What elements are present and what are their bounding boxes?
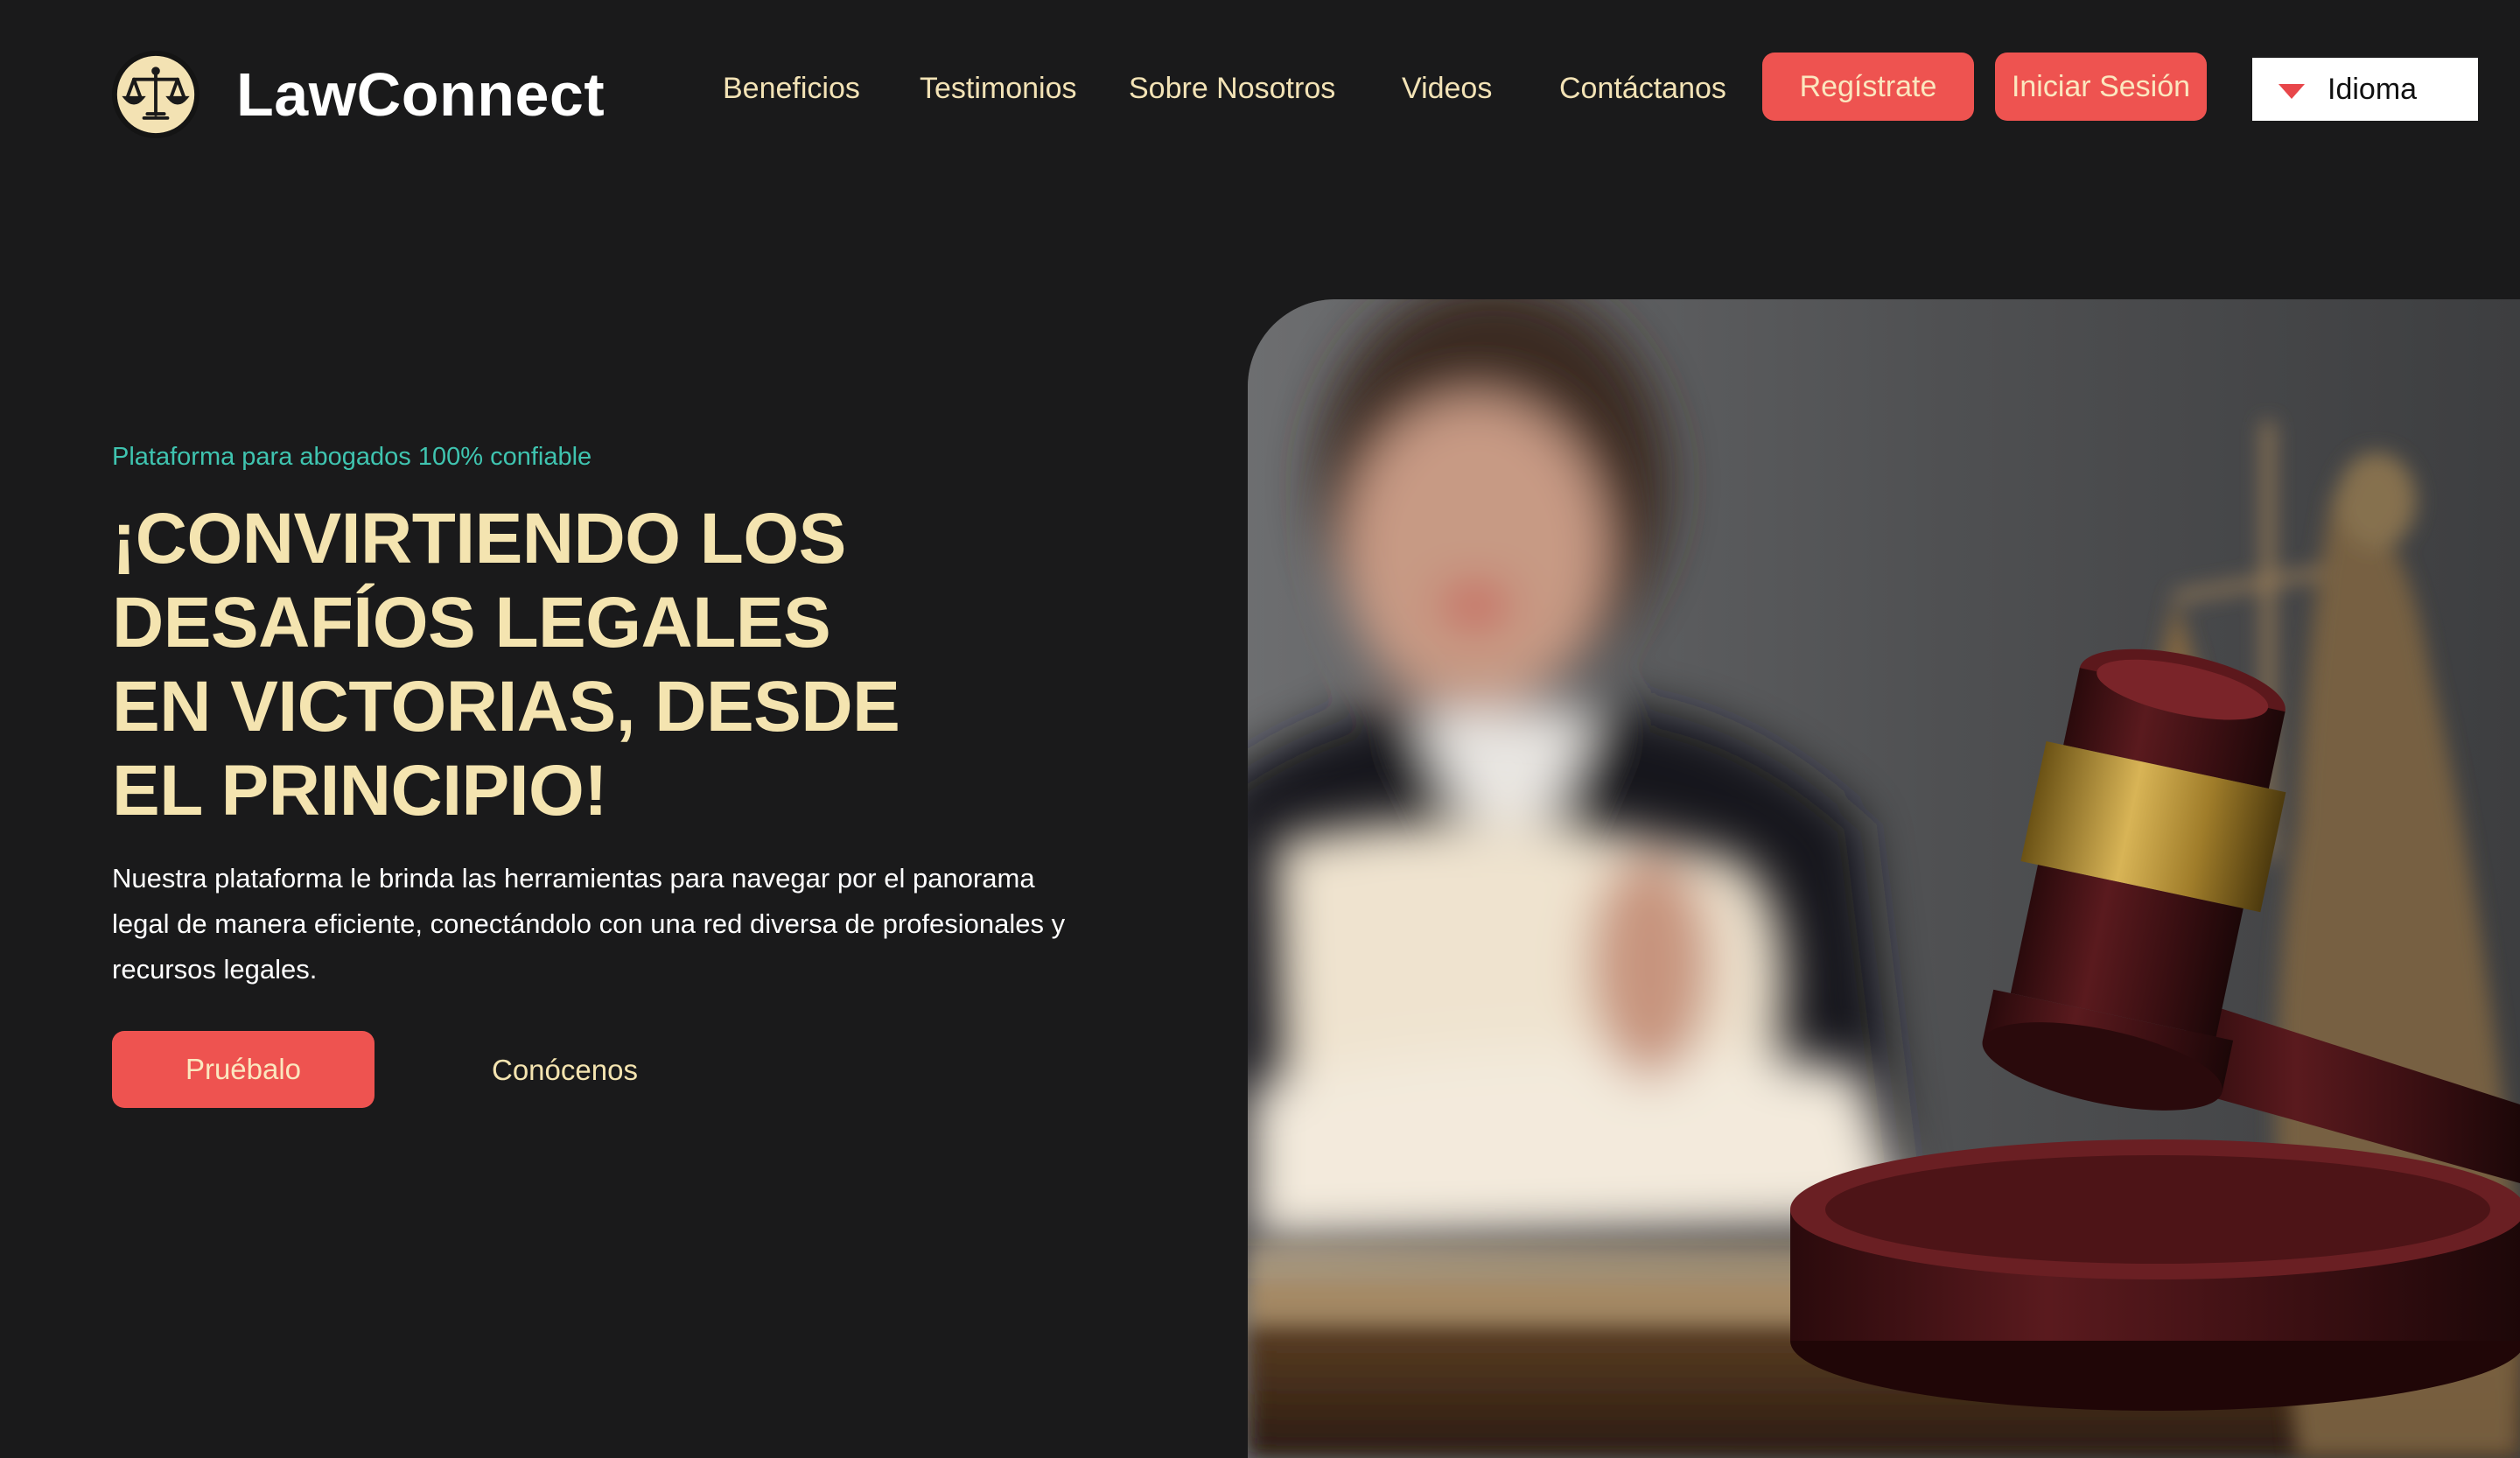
try-it-button[interactable]: Pruébalo bbox=[112, 1031, 374, 1108]
language-select[interactable]: Idioma bbox=[2252, 58, 2478, 121]
headline-line: ¡CONVIRTIENDO LOS bbox=[112, 499, 846, 578]
headline-line: EL PRINCIPIO! bbox=[112, 751, 608, 831]
hero-description: Nuestra plataforma le brinda las herrami… bbox=[112, 863, 1066, 985]
hero-tagline: Plataforma para abogados 100% confiable bbox=[112, 443, 592, 471]
nav-beneficios[interactable]: Beneficios bbox=[723, 67, 860, 110]
language-label: Idioma bbox=[2328, 73, 2418, 106]
caret-down-icon bbox=[2278, 84, 2305, 99]
logo[interactable] bbox=[112, 51, 200, 138]
headline-line: EN VICTORIAS, DESDE bbox=[112, 667, 900, 747]
hero-image bbox=[1248, 299, 2520, 1458]
scales-of-justice-icon bbox=[112, 51, 200, 138]
nav-sobre-nosotros[interactable]: Sobre Nosotros bbox=[1129, 67, 1335, 110]
nav-contactanos[interactable]: Contáctanos bbox=[1559, 67, 1726, 110]
brand-name[interactable]: LawConnect bbox=[236, 60, 605, 130]
register-button[interactable]: Regístrate bbox=[1762, 53, 1974, 121]
headline-line: DESAFÍOS LEGALES bbox=[112, 583, 831, 662]
nav-videos[interactable]: Videos bbox=[1402, 67, 1492, 110]
about-us-link[interactable]: Conócenos bbox=[492, 1050, 638, 1090]
nav-testimonios[interactable]: Testimonios bbox=[920, 67, 1077, 110]
login-button[interactable]: Iniciar Sesión bbox=[1995, 53, 2207, 121]
hero-headline: ¡CONVIRTIENDO LOS DESAFÍOS LEGALES EN VI… bbox=[112, 497, 1118, 833]
